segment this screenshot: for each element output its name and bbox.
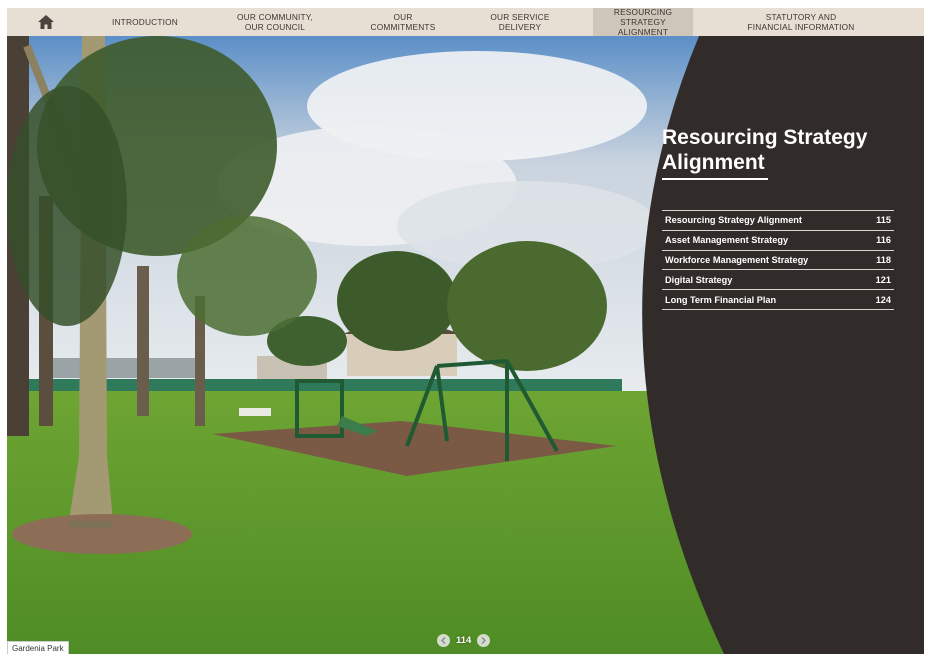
nav-statutory-financial[interactable]: STATUTORY AND FINANCIAL INFORMATION (707, 8, 895, 36)
toc-item-page: 118 (876, 254, 891, 265)
toc-item[interactable]: Resourcing Strategy Alignment 115 (662, 211, 894, 231)
toc-item-label: Asset Management Strategy (665, 235, 789, 246)
toc-item-page: 121 (875, 274, 891, 285)
toc-item-label: Resourcing Strategy Alignment (665, 215, 802, 226)
toc-item[interactable]: Asset Management Strategy 116 (662, 231, 894, 251)
next-page-button[interactable] (477, 634, 491, 647)
document-page: INTRODUCTION OUR COMMUNITY, OUR COUNCIL … (7, 8, 924, 654)
nav-resourcing-strategy[interactable]: RESOURCING STRATEGY ALIGNMENT (593, 8, 693, 37)
toc-item[interactable]: Digital Strategy 121 (662, 270, 894, 291)
toc-item-label: Workforce Management Strategy (665, 254, 809, 265)
nav-label: STATUTORY AND FINANCIAL INFORMATION (747, 12, 855, 32)
section-title: Resourcing Strategy Alignment (662, 126, 868, 174)
home-button[interactable] (7, 8, 85, 36)
toc-item-label: Digital Strategy (665, 274, 733, 285)
toc-item-label: Long Term Financial Plan (665, 294, 777, 305)
toc-item[interactable]: Long Term Financial Plan 124 (662, 290, 894, 310)
toc-item-page: 115 (876, 215, 891, 226)
title-underline (662, 178, 768, 180)
nav-label: INTRODUCTION (111, 17, 178, 27)
toc-item[interactable]: Workforce Management Strategy 118 (662, 251, 894, 271)
page-navigation: 114 (437, 634, 491, 647)
nav-our-community[interactable]: OUR COMMUNITY, OUR COUNCIL (205, 8, 345, 36)
page-number: 114 (456, 635, 472, 646)
nav-our-commitments[interactable]: OUR COMMITMENTS (345, 8, 461, 36)
chevron-left-icon (441, 637, 446, 644)
toc-item-page: 116 (876, 235, 891, 246)
top-navigation: INTRODUCTION OUR COMMUNITY, OUR COUNCIL … (7, 8, 924, 37)
nav-label: OUR COMMITMENTS (370, 12, 436, 32)
nav-introduction[interactable]: INTRODUCTION (85, 8, 205, 36)
nav-our-service-delivery[interactable]: OUR SERVICE DELIVERY (461, 8, 579, 36)
photo-caption: Gardenia Park (7, 641, 69, 654)
toc-item-page: 124 (875, 294, 891, 305)
nav-label: OUR COMMUNITY, OUR COUNCIL (237, 12, 313, 32)
nav-label: OUR SERVICE DELIVERY (490, 12, 550, 32)
home-icon (38, 15, 54, 29)
previous-page-button[interactable] (437, 634, 450, 647)
table-of-contents: Resourcing Strategy Alignment 115 Asset … (662, 210, 894, 310)
chevron-right-icon (481, 637, 487, 644)
nav-label: RESOURCING STRATEGY ALIGNMENT (613, 8, 673, 37)
